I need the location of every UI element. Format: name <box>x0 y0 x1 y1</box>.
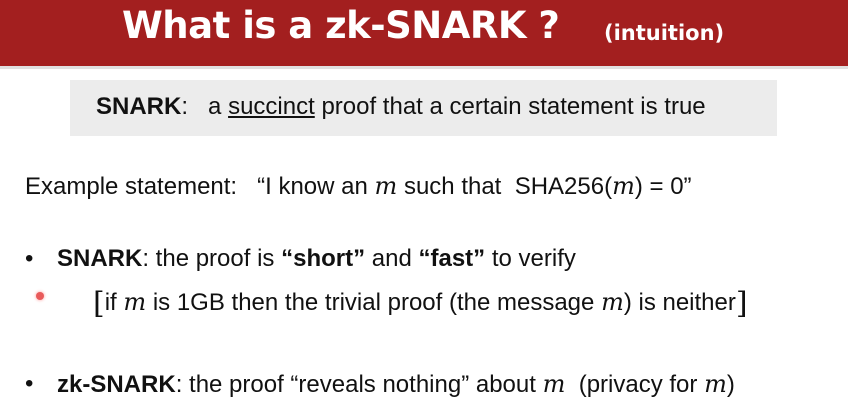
note-variable: m <box>123 288 147 316</box>
bullet-2-term: zk-SNARK <box>57 371 176 398</box>
definition-rest: proof that a certain statement is true <box>321 93 706 120</box>
bullet-1-text2: to verify <box>491 245 576 272</box>
example-label: Example statement: <box>25 173 238 200</box>
bullet-1-note: [if m is 1GB then the trivial proof (the… <box>93 286 748 321</box>
example-mid: such that <box>403 173 502 200</box>
bullet-2-marker: • <box>25 370 34 397</box>
example-function: SHA256( <box>514 173 613 200</box>
definition-box: SNARK: a succinct proof that a certain s… <box>70 80 777 136</box>
definition-article: a <box>208 93 222 120</box>
bullet-2-text1: : the proof “reveals nothing” about <box>175 371 536 398</box>
example-quote-start: “I know an <box>257 173 368 200</box>
bullet-2-variable-2: m <box>704 370 727 398</box>
slide-title: What is a zk-SNARK ? <box>122 4 560 47</box>
note-text2: is 1GB then the trivial proof (the messa… <box>152 289 595 316</box>
note-open-bracket: [ <box>93 286 105 321</box>
pointer-dot <box>36 292 44 300</box>
bullet-1-and: and <box>371 245 412 272</box>
title-bar: What is a zk-SNARK ? (intuition) <box>0 0 848 69</box>
bullet-1-fast: “fast” <box>418 245 486 272</box>
bullet-2-text3: ) <box>726 371 735 398</box>
definition-colon: : <box>181 93 189 120</box>
bullet-2-text2: (privacy for <box>578 371 698 398</box>
example-variable: m <box>374 172 398 200</box>
slide-subtitle: (intuition) <box>604 21 725 45</box>
bullet-1-short: “short” <box>281 245 366 272</box>
note-close-bracket: ] <box>735 286 748 321</box>
definition-text: SNARK: a succinct proof that a certain s… <box>96 93 706 121</box>
definition-underlined-word: succinct <box>228 93 315 120</box>
bullet-1-text: SNARK: the proof is “short” and “fast” t… <box>57 245 576 273</box>
bullet-1-marker: • <box>25 245 34 272</box>
bullet-2-variable: m <box>542 370 566 398</box>
example-variable-2: m <box>612 172 635 200</box>
note-text1: if <box>104 289 117 316</box>
note-text3: ) is neither <box>623 289 736 316</box>
example-statement: Example statement: “I know an m such tha… <box>25 172 692 201</box>
definition-term: SNARK <box>96 93 182 120</box>
example-expression-end: ) = 0” <box>634 173 692 200</box>
note-variable-2: m <box>601 288 624 316</box>
bullet-2-text: zk-SNARK: the proof “reveals nothing” ab… <box>57 370 735 399</box>
bullet-1-text1: : the proof is <box>142 245 275 272</box>
bullet-1-term: SNARK <box>57 245 143 272</box>
